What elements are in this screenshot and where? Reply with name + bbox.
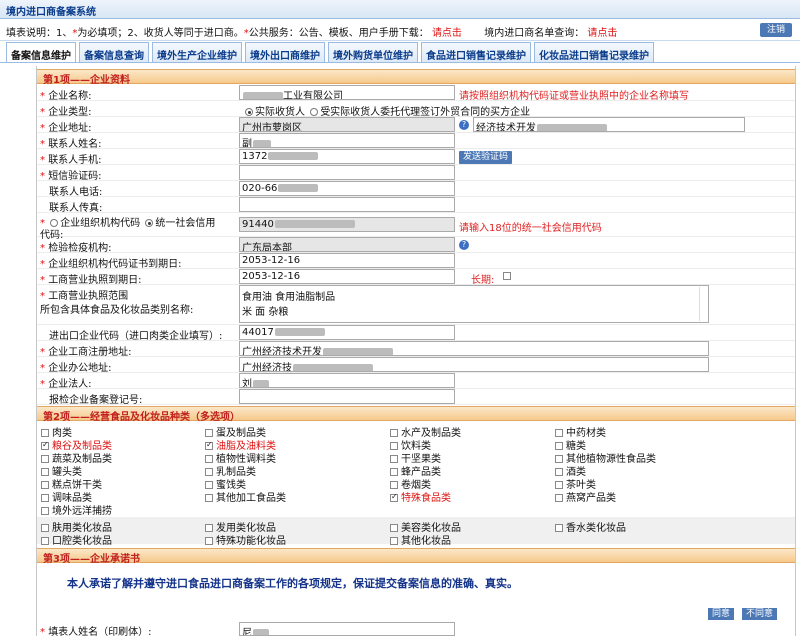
send-code-button[interactable]: 发送验证码: [459, 151, 512, 164]
tab-overseas-buyer[interactable]: 境外购货单位维护: [328, 42, 418, 62]
office-address-input[interactable]: 广州经济技: [239, 357, 709, 372]
agree-button[interactable]: 同意: [708, 608, 734, 620]
category-grid: 肉类 蛋及制品类 水产及制品类 中药材类 粮谷及制品类 油脂及油料类 饮料类 糖…: [37, 422, 795, 544]
tab-filing-query[interactable]: 备案信息查询: [79, 42, 149, 62]
sms-code-input[interactable]: [239, 165, 455, 180]
category-item[interactable]: 香水类化妆品: [555, 519, 626, 534]
importer-query-link[interactable]: 请点击: [587, 28, 617, 39]
category-item[interactable]: 特殊食品类: [390, 489, 451, 504]
category-item[interactable]: 境外远洋捕捞: [41, 502, 112, 517]
tab-overseas-producer[interactable]: 境外生产企业维护: [152, 42, 242, 62]
row-contact-name: * 联系人姓名: 副: [37, 133, 795, 149]
category-item[interactable]: 其他加工食品类: [205, 489, 286, 504]
contact-fax-input[interactable]: [239, 197, 455, 212]
row-legal-person: * 企业法人: 刘: [37, 373, 795, 389]
section1-title: 第1项——企业资料: [37, 69, 795, 84]
address-detail-input[interactable]: 经济技术开发: [473, 117, 745, 132]
contact-phone-label: 联系人电话:: [49, 183, 102, 198]
org-code-expiry-input[interactable]: 2053-12-16: [239, 253, 455, 268]
row-inspection-reg-no: 报检企业备案登记号:: [37, 389, 795, 405]
credit-code-radio[interactable]: [145, 219, 153, 227]
tab-cosmetics-sales-record[interactable]: 化妆品进口销售记录维护: [534, 42, 654, 62]
license-expiry-input[interactable]: 2053-12-16: [239, 269, 455, 284]
row-inspection-agency: * 检验检疫机构: 广东局本部 ?: [37, 237, 795, 253]
tab-divider: [0, 62, 800, 63]
type-agent-buyer-radio[interactable]: [310, 108, 318, 116]
company-name-input[interactable]: 工业有限公司: [239, 85, 455, 100]
tab-filing-maintenance[interactable]: 备案信息维护: [6, 42, 76, 62]
category-item[interactable]: 其他化妆品: [390, 532, 451, 547]
legal-person-input[interactable]: 刘: [239, 373, 455, 388]
license-scope-label-2: 所包含具体食品及化妆品类别名称:: [40, 301, 193, 316]
row-registered-address: * 企业工商注册地址: 广州经济技术开发: [37, 341, 795, 357]
inspection-reg-no-label: 报检企业备案登记号:: [49, 391, 142, 406]
row-contact-fax: 联系人传真:: [37, 197, 795, 213]
section2-title: 第2项——经营食品及化妆品种类（多选项）: [37, 406, 795, 421]
registered-address-input[interactable]: 广州经济技术开发: [239, 341, 709, 356]
row-contact-mobile: * 联系人手机: 1372 发送验证码: [37, 149, 795, 165]
row-license-expiry: * 工商营业执照到期日: 2053-12-16 长期:: [37, 269, 795, 285]
contact-mobile-input[interactable]: 1372: [239, 149, 455, 164]
row-contact-phone: 联系人电话: 020-66: [37, 181, 795, 197]
address-district-input[interactable]: 广州市萝岗区: [239, 117, 455, 132]
section3-title: 第3项——企业承诺书: [37, 548, 795, 563]
tab-overseas-exporter[interactable]: 境外出口商维护: [245, 42, 325, 62]
long-term-label: 长期:: [471, 271, 494, 286]
license-scope-textarea[interactable]: 食用油 食用油脂制品 米 面 杂粮: [239, 285, 709, 323]
row-office-address: * 企业办公地址: 广州经济技: [37, 357, 795, 373]
type-actual-receiver-radio[interactable]: [245, 108, 253, 116]
row-sms-code: * 短信验证码:: [37, 165, 795, 181]
notice-bar: 填表说明：1、*为必填项；2、收货人等同于进口商。*公共服务：公告、模板、用户手…: [0, 19, 800, 41]
help-icon[interactable]: ?: [459, 120, 469, 130]
tab-food-sales-record[interactable]: 食品进口销售记录维护: [421, 42, 531, 62]
row-company-type: * 企业类型: 实际收货人 受实际收货人委托代理签订外贸合同的买方企业: [37, 101, 795, 117]
contact-phone-input[interactable]: 020-66: [239, 181, 455, 196]
contact-name-input[interactable]: 副: [239, 133, 455, 148]
filler-name-input[interactable]: 尼: [239, 622, 455, 636]
row-org-code-expiry: * 企业组织机构代码证书到期日: 2053-12-16: [37, 253, 795, 269]
row-filler-name: * 填表人姓名（印刷体）: 尼: [37, 622, 795, 636]
disagree-button[interactable]: 不同意: [742, 608, 777, 620]
inspection-reg-no-input[interactable]: [239, 389, 455, 404]
promise-text: 本人承诺了解并遵守进口食品进口商备案工作的各项规定，保证提交备案信息的准确、真实…: [37, 566, 795, 606]
row-trade-code: 进出口企业代码（进口肉类企业填写）: 44017: [37, 325, 795, 341]
trade-code-input[interactable]: 44017: [239, 325, 455, 340]
app-title: 境内进口商备案系统: [0, 0, 800, 19]
help-icon[interactable]: ?: [459, 240, 469, 250]
row-license-scope: * 工商营业执照范围 所包含具体食品及化妆品类别名称: 食用油 食用油脂制品 米…: [37, 285, 795, 325]
trade-code-label: 进出口企业代码（进口肉类企业填写）:: [49, 327, 222, 342]
category-item[interactable]: 燕窝产品类: [555, 489, 616, 504]
company-name-hint: 请按照组织机构代码证或营业执照中的企业名称填写: [459, 87, 689, 102]
inspection-agency-input[interactable]: 广东局本部: [239, 237, 455, 252]
tab-bar: 备案信息维护 备案信息查询 境外生产企业维护 境外出口商维护 境外购货单位维护 …: [6, 42, 654, 62]
filler-name-label: 填表人姓名（印刷体）:: [48, 627, 151, 638]
textarea-scrollbar[interactable]: [699, 287, 707, 321]
row-company-name: * 企业名称: 工业有限公司 请按照组织机构代码证或营业执照中的企业名称填写: [37, 85, 795, 101]
category-item[interactable]: 口腔类化妆品: [41, 532, 112, 547]
row-company-address: * 企业地址: 广州市萝岗区 ? 经济技术开发: [37, 117, 795, 133]
category-item[interactable]: 特殊功能化妆品: [205, 532, 286, 547]
long-term-checkbox[interactable]: [503, 272, 511, 280]
contact-fax-label: 联系人传真:: [49, 199, 102, 214]
row-credit-code: * 企业组织机构代码 统一社会信用 代码: 91440 请输入18位的统一社会信…: [37, 213, 795, 237]
logout-button[interactable]: 注销: [760, 23, 792, 37]
download-link[interactable]: 请点击: [432, 28, 462, 39]
credit-code-hint: 请输入18位的统一社会信用代码: [459, 219, 602, 234]
credit-code-input[interactable]: 91440: [239, 217, 455, 232]
